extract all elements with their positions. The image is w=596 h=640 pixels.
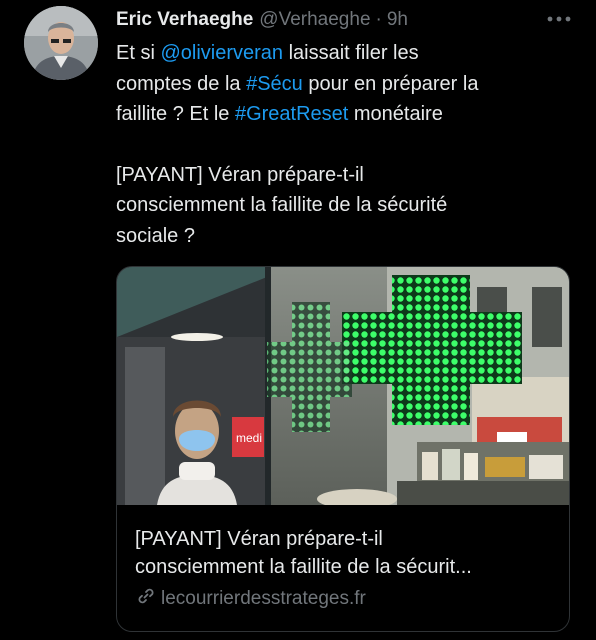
link-card[interactable]: medi [PAYANT] Véran prépare-t-il conscie… [116, 266, 570, 632]
text-span: [PAYANT] Véran prépare-t-il [116, 163, 364, 186]
card-title[interactable]: [PAYANT] Véran prépare-t-il consciemment… [135, 525, 555, 581]
card-title-line-2: consciemment la faillite de la sécurit..… [135, 556, 472, 578]
text-span: sociale ? [116, 224, 195, 247]
hashtag-link-secu[interactable]: #Sécu [246, 73, 303, 95]
card-domain-text: lecourrierdesstrateges.fr [161, 588, 366, 609]
tweet-paragraph-2: [PAYANT] Véran prépare-t-il consciemment… [116, 160, 576, 252]
tweet[interactable]: Eric Verhaeghe @Verhaeghe · 9h Et si @ol… [0, 0, 596, 640]
tweet-header: Eric Verhaeghe @Verhaeghe · 9h [116, 8, 576, 32]
text-span: comptes de la [116, 72, 247, 95]
more-icon[interactable] [546, 6, 572, 26]
tweet-text: Et si @olivierveran laissait filer les c… [116, 38, 576, 251]
text-span: Et si [116, 42, 161, 64]
text-span: faillite ? Et le [116, 103, 235, 125]
text-span: pour en préparer la [302, 72, 479, 95]
text-span: consciemment la faillite de la sécurité [116, 194, 448, 216]
card-domain[interactable]: lecourrierdesstrateges.fr [137, 587, 366, 611]
separator-dot: · [375, 9, 382, 30]
card-image-sign: medi [236, 431, 262, 445]
text-span: monétaire [348, 103, 443, 125]
avatar[interactable] [24, 6, 98, 80]
author-name[interactable]: Eric Verhaeghe [116, 9, 253, 31]
text-span: laissait filer les [283, 42, 419, 64]
card-title-line-1: [PAYANT] Véran prépare-t-il [135, 528, 383, 550]
mention-link[interactable]: @olivierveran [160, 42, 283, 64]
link-icon [137, 587, 155, 611]
author-handle[interactable]: @Verhaeghe [259, 9, 370, 31]
tweet-paragraph-1: Et si @olivierveran laissait filer les c… [116, 38, 576, 130]
avatar-photo [24, 6, 98, 80]
hashtag-link-greatreset[interactable]: #GreatReset [235, 103, 348, 125]
timestamp[interactable]: 9h [387, 9, 408, 31]
card-image[interactable]: medi [117, 267, 569, 509]
